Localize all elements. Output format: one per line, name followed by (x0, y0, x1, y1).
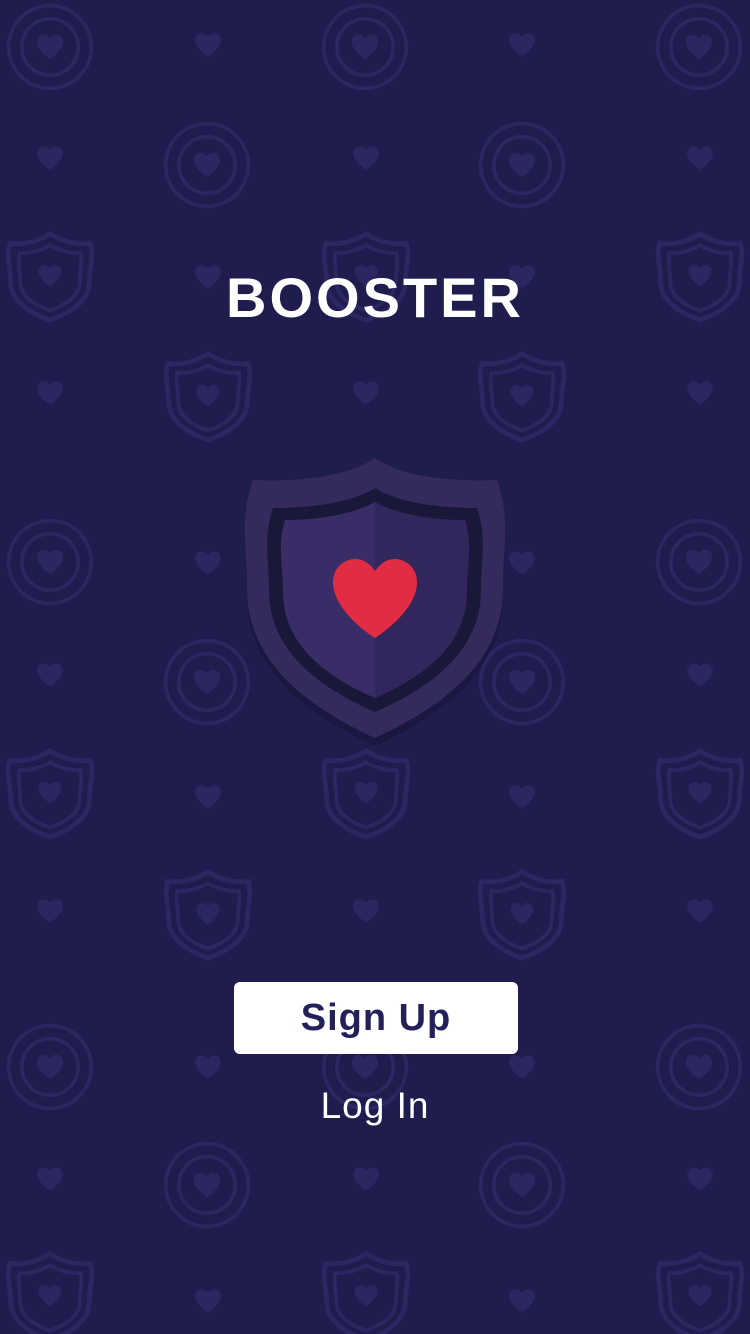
app-title: BOOSTER (226, 266, 524, 329)
splash-screen: BOOSTER Sign Up Log In (0, 0, 750, 1334)
login-link[interactable]: Log In (250, 1080, 500, 1132)
signup-button[interactable]: Sign Up (234, 982, 518, 1054)
shield-heart-icon (244, 458, 506, 746)
